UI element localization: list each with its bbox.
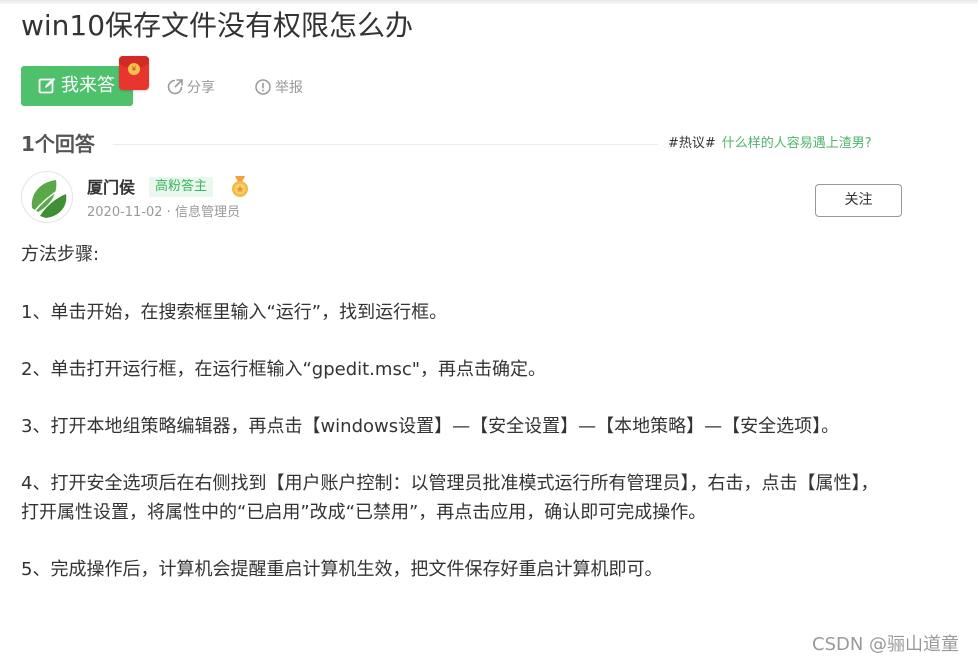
red-packet-icon[interactable]: ¥: [119, 56, 149, 90]
medal-icon: [232, 176, 248, 197]
edit-icon: [38, 77, 56, 94]
leaf-avatar-icon: [31, 180, 67, 218]
report-label: 举报: [275, 80, 303, 96]
follow-button[interactable]: 关注: [815, 184, 902, 217]
report-icon: [255, 79, 271, 95]
answers-count: 1个回答: [21, 132, 95, 156]
question-title: win10保存文件没有权限怎么办: [21, 9, 414, 42]
answer-meta: 2020-11-02 · 信息管理员: [87, 205, 240, 220]
share-label: 分享: [187, 80, 215, 96]
page: win10保存文件没有权限怎么办 我来答 ¥ 分享 举报 1个回答 #热议# 什么…: [0, 0, 978, 664]
hot-topic: #热议# 什么样的人容易遇上渣男?: [668, 135, 872, 153]
red-packet-coin: ¥: [128, 63, 140, 75]
hot-topic-link[interactable]: 什么样的人容易遇上渣男?: [722, 136, 872, 151]
avatar[interactable]: [21, 171, 73, 223]
author-name[interactable]: 厦门侯: [87, 178, 135, 198]
report-button[interactable]: 举报: [255, 77, 303, 97]
answer-button[interactable]: 我来答: [21, 66, 133, 106]
author-badge: 高粉答主: [149, 177, 214, 197]
share-button[interactable]: 分享: [167, 77, 215, 97]
answer-step: 4、打开安全选项后在右侧找到【用户账户控制：以管理员批准模式运行所有管理员】，右…: [21, 473, 879, 523]
answer-body: 方法步骤: 1、单击开始，在搜索框里输入“运行”，找到运行框。 2、单击打开运行…: [21, 240, 891, 612]
top-border: [0, 0, 978, 4]
answer-button-label: 我来答: [61, 75, 115, 96]
answer-step: 3、打开本地组策略编辑器，再点击【windows设置】—【安全设置】—【本地策略…: [21, 416, 840, 437]
watermark: CSDN @骊山道童: [812, 634, 960, 655]
share-icon: [167, 79, 183, 95]
answer-heading: 方法步骤:: [21, 244, 100, 265]
divider: [113, 144, 658, 145]
answer-step: 2、单击打开运行框，在运行框输入“gpedit.msc"，再点击确定。: [21, 359, 546, 380]
answer-step: 1、单击开始，在搜索框里输入“运行”，找到运行框。: [21, 302, 448, 323]
hot-tag: #热议#: [668, 136, 716, 151]
answer-step: 5、完成操作后，计算机会提醒重启计算机生效，把文件保存好重启计算机即可。: [21, 559, 663, 580]
